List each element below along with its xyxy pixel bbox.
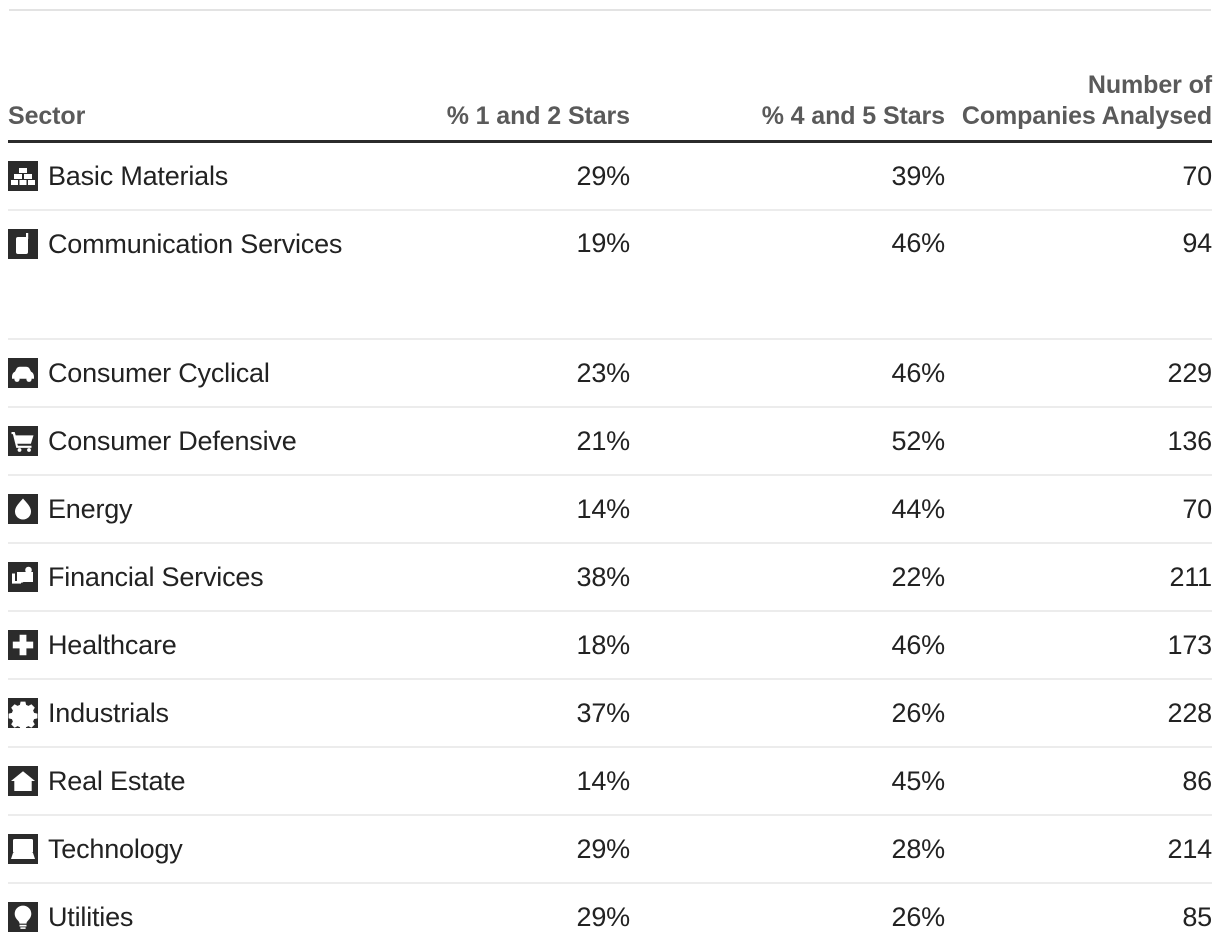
column-header-companies-analysed-line1: Number of xyxy=(945,70,1212,101)
table-header-row: Sector % 1 and 2 Stars % 4 and 5 Stars N… xyxy=(8,70,1212,142)
sector-star-ratings-table-page: Sector % 1 and 2 Stars % 4 and 5 Stars N… xyxy=(0,0,1220,948)
cell-companies-analysed: 70 xyxy=(945,142,1212,211)
column-header-high-stars[interactable]: % 4 and 5 Stars xyxy=(630,70,945,142)
cell-low-stars: 23% xyxy=(378,339,630,407)
sector-label: Utilities xyxy=(48,902,133,932)
sector-label: Technology xyxy=(48,834,183,864)
table-row[interactable]: Consumer Cyclical 23% 46% 229 xyxy=(8,339,1212,407)
cell-high-stars: 45% xyxy=(630,747,945,815)
cell-sector: Technology xyxy=(8,815,378,883)
cell-sector: Basic Materials xyxy=(8,142,378,211)
column-header-companies-analysed-line2: Companies Analysed xyxy=(945,101,1212,132)
cell-high-stars: 46% xyxy=(630,339,945,407)
bricks-icon xyxy=(8,161,38,191)
sector-label: Energy xyxy=(48,494,132,524)
cell-high-stars: 28% xyxy=(630,815,945,883)
header-spacer-row xyxy=(8,0,1212,70)
table-row[interactable]: Financial Services 38% 22% 211 xyxy=(8,543,1212,611)
cell-high-stars: 46% xyxy=(630,210,945,339)
cell-sector: Utilities xyxy=(8,883,378,950)
sector-ratings-table: Sector % 1 and 2 Stars % 4 and 5 Stars N… xyxy=(8,0,1212,950)
sector-label: Consumer Defensive xyxy=(48,426,297,456)
table-row[interactable]: Healthcare 18% 46% 173 xyxy=(8,611,1212,679)
cell-high-stars: 22% xyxy=(630,543,945,611)
table-header: Sector % 1 and 2 Stars % 4 and 5 Stars N… xyxy=(8,0,1212,142)
column-header-high-stars-label: % 4 and 5 Stars xyxy=(630,101,945,132)
sector-label: Healthcare xyxy=(48,630,177,660)
cell-companies-analysed: 86 xyxy=(945,747,1212,815)
computer-icon xyxy=(8,834,38,864)
cell-low-stars: 14% xyxy=(378,475,630,543)
cell-sector: Energy xyxy=(8,475,378,543)
medical-cross-icon xyxy=(8,630,38,660)
sector-label: Industrials xyxy=(48,698,169,728)
flame-droplet-icon xyxy=(8,494,38,524)
cell-low-stars: 18% xyxy=(378,611,630,679)
house-icon xyxy=(8,766,38,796)
table-row[interactable]: Consumer Defensive 21% 52% 136 xyxy=(8,407,1212,475)
mobile-phone-icon xyxy=(8,229,38,259)
column-header-low-stars-label: % 1 and 2 Stars xyxy=(378,101,630,132)
bank-money-icon xyxy=(8,562,38,592)
table-container: Sector % 1 and 2 Stars % 4 and 5 Stars N… xyxy=(0,0,1220,950)
table-row[interactable]: Utilities 29% 26% 85 xyxy=(8,883,1212,950)
cell-high-stars: 26% xyxy=(630,883,945,950)
table-row[interactable]: Technology 29% 28% 214 xyxy=(8,815,1212,883)
cell-low-stars: 29% xyxy=(378,815,630,883)
column-header-sector[interactable]: Sector xyxy=(8,70,378,142)
cell-sector: Industrials xyxy=(8,679,378,747)
cell-high-stars: 52% xyxy=(630,407,945,475)
table-row[interactable]: Basic Materials 29% 39% 70 xyxy=(8,142,1212,211)
cell-sector: Real Estate xyxy=(8,747,378,815)
sector-label: Real Estate xyxy=(48,766,185,796)
cell-companies-analysed: 136 xyxy=(945,407,1212,475)
cell-high-stars: 44% xyxy=(630,475,945,543)
cell-companies-analysed: 85 xyxy=(945,883,1212,950)
table-row[interactable]: Real Estate 14% 45% 86 xyxy=(8,747,1212,815)
cell-low-stars: 29% xyxy=(378,142,630,211)
cell-high-stars: 26% xyxy=(630,679,945,747)
cell-high-stars: 39% xyxy=(630,142,945,211)
cell-high-stars: 46% xyxy=(630,611,945,679)
cell-low-stars: 29% xyxy=(378,883,630,950)
sector-label: Communication Services xyxy=(48,229,342,259)
column-header-low-stars[interactable]: % 1 and 2 Stars xyxy=(378,70,630,142)
table-row[interactable]: Energy 14% 44% 70 xyxy=(8,475,1212,543)
lightbulb-icon xyxy=(8,902,38,932)
cell-companies-analysed: 229 xyxy=(945,339,1212,407)
cell-sector: Consumer Defensive xyxy=(8,407,378,475)
cell-low-stars: 21% xyxy=(378,407,630,475)
cell-low-stars: 37% xyxy=(378,679,630,747)
column-header-sector-label: Sector xyxy=(8,101,378,132)
cell-companies-analysed: 211 xyxy=(945,543,1212,611)
header-spacer xyxy=(8,0,1212,70)
gear-icon xyxy=(8,698,38,728)
cell-low-stars: 38% xyxy=(378,543,630,611)
car-icon xyxy=(8,358,38,388)
cell-sector: Financial Services xyxy=(8,543,378,611)
cell-low-stars: 19% xyxy=(378,210,630,339)
cell-low-stars: 14% xyxy=(378,747,630,815)
cell-companies-analysed: 70 xyxy=(945,475,1212,543)
cell-companies-analysed: 94 xyxy=(945,210,1212,339)
sector-label: Basic Materials xyxy=(48,161,228,191)
cell-sector: Communication Services xyxy=(8,210,378,339)
cell-sector: Healthcare xyxy=(8,611,378,679)
cell-sector: Consumer Cyclical xyxy=(8,339,378,407)
cell-companies-analysed: 228 xyxy=(945,679,1212,747)
column-header-companies-analysed[interactable]: Number of Companies Analysed xyxy=(945,70,1212,142)
table-row[interactable]: Communication Services 19% 46% 94 xyxy=(8,210,1212,339)
shopping-cart-icon xyxy=(8,426,38,456)
sector-label: Consumer Cyclical xyxy=(48,358,270,388)
cell-companies-analysed: 214 xyxy=(945,815,1212,883)
table-row[interactable]: Industrials 37% 26% 228 xyxy=(8,679,1212,747)
table-body: Basic Materials 29% 39% 70 Communication… xyxy=(8,142,1212,950)
sector-label: Financial Services xyxy=(48,562,264,592)
cell-companies-analysed: 173 xyxy=(945,611,1212,679)
